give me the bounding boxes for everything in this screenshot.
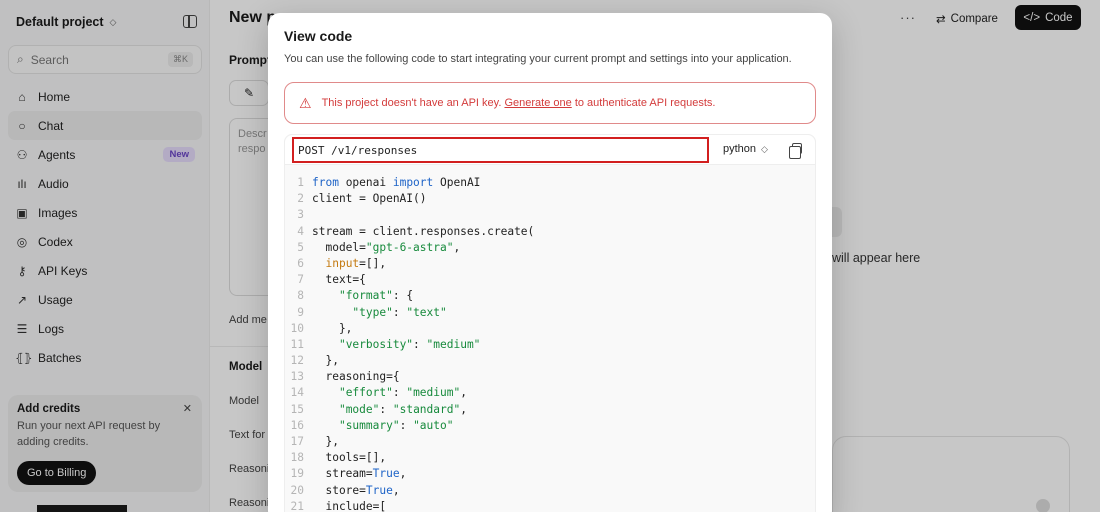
code-line: 12 }, [285,353,815,369]
generate-key-link[interactable]: Generate one [504,97,571,109]
copy-icon[interactable] [789,143,802,159]
code-block: POST /v1/responses python ◇ 1 from openai … [284,134,816,512]
code-text: from openai import OpenAI [312,176,481,189]
no-api-key-alert: ⚠ This project doesn't have an API key. … [284,82,816,124]
code-line: 8 "format": { [285,288,815,304]
code-text: store=True, [312,483,400,497]
code-line: 21 include=[ [285,499,815,512]
modal-title: View code [284,28,353,44]
line-number: 21 [290,499,304,512]
code-line: 7 text={ [285,272,815,288]
modal-subtitle: You can use the following code to start … [284,53,792,65]
code-line: 6 input=[], [285,256,815,272]
line-number: 8 [297,289,304,303]
code-text: "type": "text" [352,305,447,319]
line-number: 17 [290,435,304,448]
code-line: 18 tools=[], [285,450,815,466]
code-text: text={ [312,273,366,287]
code-line: 10 }, [285,321,815,337]
line-number: 7 [297,273,304,287]
code-line: 2 client = OpenAI() [285,191,815,207]
code-text: }, [312,435,339,448]
code-text: }, [312,321,353,335]
line-number: 20 [290,483,304,497]
line-number: 6 [297,256,304,270]
code-line: 15 "mode": "standard", [285,402,815,418]
code-text: client = OpenAI() [312,192,427,206]
code-text: stream=True, [312,467,407,481]
code-text: include=[ [312,499,387,512]
code-line: 16 "summary": "auto" [285,418,815,434]
code-text: "format": { [338,289,414,303]
line-number: 5 [297,240,304,254]
line-number: 11 [290,337,304,351]
code-line: 13 reasoning={ [285,369,815,385]
code-line: 4 stream = client.responses.create( [285,224,815,240]
code-line: 5 model="gpt-6-astra", [285,240,815,256]
code-text: model="gpt-6-astra", [312,240,461,254]
line-number: 4 [297,224,304,238]
code-line: 20 store=True, [285,483,815,499]
line-number: 3 [297,208,304,222]
line-number: 2 [297,192,304,206]
line-number: 1 [297,176,304,189]
code-line: 19 stream=True, [285,466,815,482]
code-line: 3 [285,207,815,223]
line-number: 18 [290,451,304,465]
code-text: reasoning={ [312,370,400,384]
code-line: 1 from openai import OpenAI [285,175,815,191]
view-code-modal: View code You can use the following code… [268,13,832,512]
code-text: input=[], [325,256,387,270]
code-text: }, [312,354,339,368]
warning-icon: ⚠ [299,94,312,111]
code-text: "effort": "medium", [338,386,467,400]
line-number: 10 [290,321,304,335]
line-number: 16 [290,418,304,432]
code-line: 17 }, [285,434,815,450]
line-number: 9 [297,305,304,319]
code-text: "summary": "auto" [338,418,454,432]
code-text: "mode": "standard", [338,402,467,416]
line-number: 15 [290,402,304,416]
line-number: 13 [290,370,304,384]
code-text: "verbosity": "medium" [338,337,481,351]
code-line: 11 "verbosity": "medium" [285,337,815,353]
code-line: 14 "effort": "medium", [285,385,815,401]
endpoint-field[interactable]: POST /v1/responses [292,137,709,163]
line-number: 19 [290,467,304,481]
line-number: 12 [290,354,304,368]
alert-text-after: to authenticate API requests. [574,97,716,109]
code-text: tools=[], [312,451,387,465]
code-header: POST /v1/responses python ◇ [285,135,815,165]
chevron-updown-icon: ◇ [761,143,768,154]
language-select[interactable]: python ◇ [723,143,768,155]
line-number: 14 [290,386,304,400]
language-value: python [723,143,757,155]
code-line: 9 "type": "text" [285,305,815,321]
alert-text-before: This project doesn't have an API key. [321,97,502,109]
alert-text: This project doesn't have an API key. Ge… [322,97,716,109]
code-text: stream = client.responses.create( [312,224,535,238]
code-lines: 1 from openai import OpenAI 2 client = Open… [285,175,815,512]
